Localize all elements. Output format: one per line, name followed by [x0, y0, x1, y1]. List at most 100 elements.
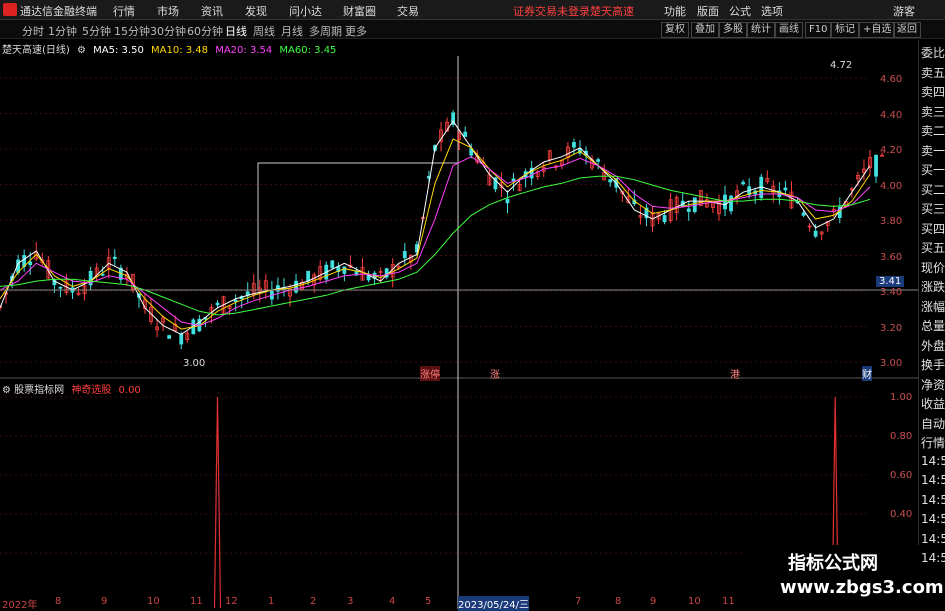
low-marker: 3.00 — [183, 358, 206, 369]
gear-icon[interactable]: ⚙ — [2, 385, 11, 396]
x-tick-label: 7 — [575, 596, 582, 607]
menu-guest[interactable]: 游客 — [893, 3, 915, 19]
event-tag[interactable]: 涨停 — [420, 366, 440, 381]
candle-body — [28, 261, 33, 266]
period-60min[interactable]: 60分钟 — [187, 23, 223, 39]
candle-body — [58, 286, 63, 289]
candle-body — [608, 179, 613, 183]
menu-trade[interactable]: 交易 — [397, 3, 419, 19]
period-5min[interactable]: 5分钟 — [82, 23, 111, 39]
candle-body — [342, 266, 347, 274]
quote-panel-item[interactable]: 涨幅 — [921, 298, 945, 315]
menu-options[interactable]: 选项 — [761, 3, 783, 19]
quote-panel-item[interactable]: 行情 — [921, 434, 945, 451]
indicator-subname: 神奇选股 — [71, 385, 112, 396]
price-tick-label: 4.60 — [880, 74, 903, 85]
menu-function[interactable]: 功能 — [664, 3, 686, 19]
back-button[interactable]: 返回 — [893, 22, 921, 38]
x-tick-label: 11 — [190, 596, 203, 607]
login-warning[interactable]: 证券交易未登录 — [513, 3, 590, 19]
candle-body — [729, 195, 733, 212]
mark-button[interactable]: 标记 — [831, 22, 859, 38]
quote-panel-item[interactable]: 买二 — [921, 181, 945, 198]
quote-panel-item[interactable]: 14:50 — [921, 473, 945, 487]
candle-body — [505, 198, 510, 204]
period-multi[interactable]: 多周期 — [309, 23, 342, 39]
quote-panel-item[interactable]: 涨跌 — [921, 278, 945, 295]
x-tick-label: 8 — [615, 596, 622, 607]
quote-panel-item[interactable]: 换手 — [921, 356, 945, 373]
quote-panel-item[interactable]: 自动 — [921, 415, 945, 432]
quote-panel-item[interactable]: 委比 — [921, 44, 945, 61]
x-tick-label: 2 — [310, 596, 317, 607]
f10-button[interactable]: F10 — [805, 22, 832, 38]
quote-panel-item[interactable]: 买四 — [921, 220, 945, 237]
quote-panel-item[interactable]: 买三 — [921, 200, 945, 217]
price-tick-label: 4.00 — [880, 180, 903, 192]
overlay-button[interactable]: 叠加 — [691, 22, 719, 38]
multi-stock-button[interactable]: 多股 — [719, 22, 747, 38]
menu-market[interactable]: 市场 — [157, 3, 179, 19]
price-tick-label: 3.20 — [880, 322, 903, 334]
indicator-spike — [213, 396, 222, 609]
period-more[interactable]: 更多 — [345, 23, 367, 39]
price-tick-label: 3.60 — [880, 251, 903, 263]
quote-panel-item[interactable]: 14:50 — [921, 454, 945, 468]
period-1min[interactable]: 1分钟 — [48, 23, 77, 39]
add-watchlist-button[interactable]: +自选 — [859, 22, 896, 38]
period-daily[interactable]: 日线 — [225, 23, 247, 39]
candle-body — [112, 256, 117, 260]
quote-panel-item[interactable]: 14:50 — [921, 532, 945, 546]
quote-panel-item[interactable]: 卖二 — [921, 122, 945, 139]
indicator-tick-label: 0.60 — [890, 470, 913, 481]
x-tick-label: 3 — [347, 596, 354, 607]
quote-panel-item[interactable]: 卖四 — [921, 83, 945, 100]
quote-panel-item[interactable]: 买一 — [921, 161, 945, 178]
menu-quotes[interactable]: 行情 — [113, 3, 135, 19]
period-15min[interactable]: 15分钟 — [114, 23, 150, 39]
period-30min[interactable]: 30分钟 — [150, 23, 186, 39]
x-tick-label: 10 — [147, 596, 160, 607]
menu-wealth[interactable]: 财富圈 — [343, 3, 376, 19]
price-tick-label: 3.80 — [880, 216, 903, 227]
indicator-tick-label: 0.80 — [890, 431, 913, 442]
quote-panel-item[interactable]: 总量 — [921, 317, 945, 334]
event-tag[interactable]: 涨 — [490, 366, 500, 381]
event-tag[interactable]: 财 — [862, 366, 872, 381]
menu-layout[interactable]: 版面 — [697, 3, 719, 19]
app-name: 通达信金融终端 — [20, 5, 97, 18]
quote-panel-item[interactable]: 卖五 — [921, 64, 945, 81]
quote-panel-item[interactable]: 现价 — [921, 259, 945, 276]
candle-body — [100, 273, 105, 276]
kline-chart[interactable] — [0, 40, 918, 609]
quote-panel-item[interactable]: 14:50 — [921, 512, 945, 526]
price-tick-label: 4.40 — [880, 109, 903, 121]
period-monthly[interactable]: 月线 — [281, 23, 303, 39]
period-weekly[interactable]: 周线 — [253, 23, 275, 39]
quote-panel-item[interactable]: 卖一 — [921, 142, 945, 159]
quote-panel-item[interactable]: 外盘 — [921, 337, 945, 354]
menu-ask[interactable]: 问小达 — [289, 3, 322, 19]
quote-panel-item[interactable]: 买五 — [921, 239, 945, 256]
watermark-title: 指标公式网 — [788, 553, 878, 574]
stats-button[interactable]: 统计 — [747, 22, 775, 38]
quote-panel: 委比卖五卖四卖三卖二卖一买一买二买三买四买五现价涨跌涨幅总量外盘换手净资收益自动… — [918, 40, 945, 609]
menu-bar: 通达信金融终端 行情 市场 资讯 发现 问小达 财富圈 交易 证券交易未登录 楚… — [0, 0, 945, 20]
candle-body — [179, 334, 184, 345]
candle-body — [167, 335, 172, 339]
menu-formula[interactable]: 公式 — [729, 3, 751, 19]
candle-body — [686, 208, 691, 212]
menu-news[interactable]: 资讯 — [201, 3, 223, 19]
quote-panel-item[interactable]: 净资 — [921, 376, 945, 393]
quote-panel-item[interactable]: 收益 — [921, 395, 945, 412]
draw-button[interactable]: 画线 — [775, 22, 803, 38]
quote-panel-item[interactable]: 卖三 — [921, 103, 945, 120]
quote-panel-item[interactable]: 14:50 — [921, 551, 945, 565]
watermark-url: www.zbgs3.com — [780, 577, 944, 598]
menu-discover[interactable]: 发现 — [245, 3, 267, 19]
quote-panel-item[interactable]: 14:50 — [921, 493, 945, 507]
period-timeshare[interactable]: 分时 — [22, 23, 44, 39]
indicator-value: 0.00 — [118, 385, 141, 396]
adjust-button[interactable]: 复权 — [661, 22, 689, 38]
event-tag[interactable]: 港 — [730, 366, 740, 381]
